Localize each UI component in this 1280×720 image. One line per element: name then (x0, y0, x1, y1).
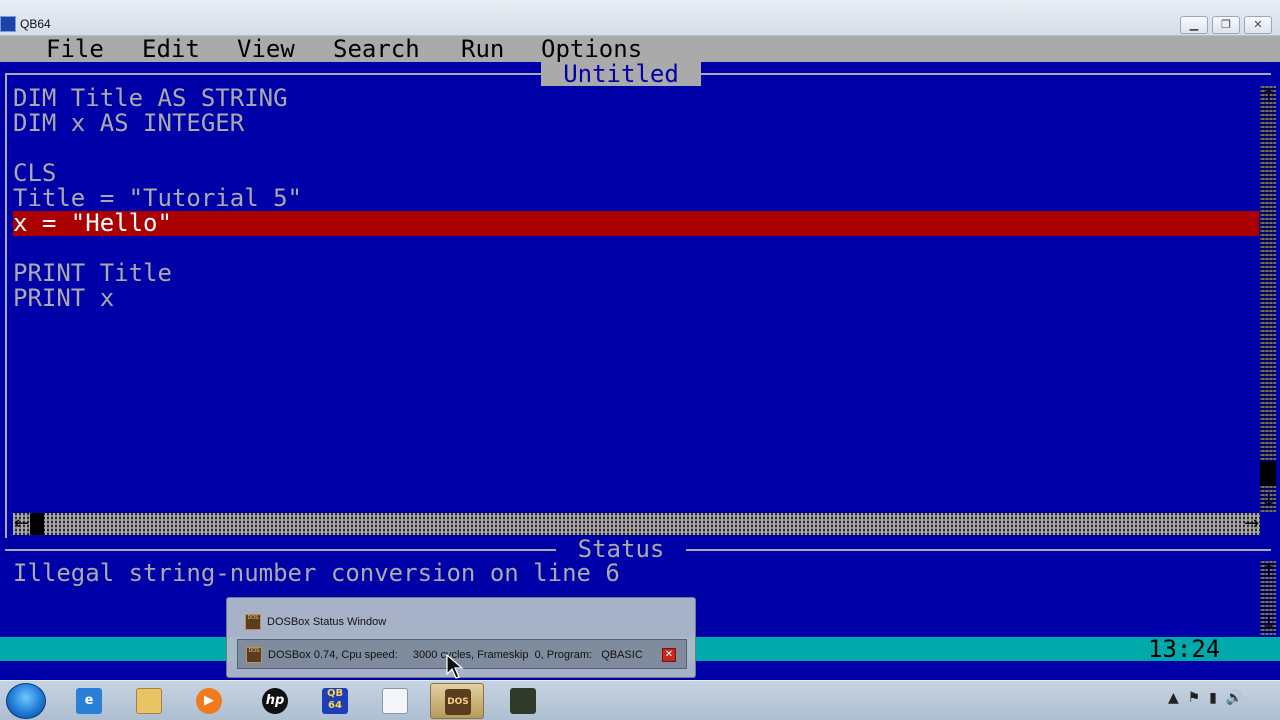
qb64-app-icon (0, 16, 16, 32)
status-scroll-down-icon[interactable]: ↓ (1261, 615, 1276, 633)
taskbar-qb64-button[interactable]: QB 64 (308, 683, 362, 719)
menu-search[interactable]: Search (333, 36, 420, 62)
dosbox-icon: DOS (445, 689, 471, 715)
popup-item-label: DOSBox Status Window (267, 616, 387, 628)
code-line[interactable]: DIM x AS INTEGER (13, 111, 244, 136)
code-line[interactable]: PRINT x (13, 286, 114, 311)
scroll-right-icon[interactable]: → (1244, 515, 1259, 533)
taskbar-dosbox-button[interactable]: DOS (430, 683, 484, 719)
maximize-icon[interactable]: ❐ (1212, 16, 1240, 34)
editor-border-left (5, 73, 7, 538)
document-icon (382, 688, 408, 714)
internet-explorer-icon: e (76, 688, 102, 714)
taskbar-document-button[interactable] (368, 683, 422, 719)
folder-icon (136, 688, 162, 714)
menu-view[interactable]: View (237, 36, 295, 62)
qb64-icon: QB 64 (322, 688, 348, 714)
mouse-cursor-icon (446, 654, 464, 679)
taskbar-media-button[interactable]: ▶ (182, 683, 236, 719)
minimize-icon[interactable]: ▁ (1180, 16, 1208, 34)
menu-file[interactable]: File (46, 36, 104, 62)
start-button-icon[interactable] (6, 683, 46, 719)
media-player-icon: ▶ (196, 688, 222, 714)
tool-icon (510, 688, 536, 714)
scroll-thumb[interactable] (1260, 462, 1276, 486)
code-line[interactable]: PRINT Title (13, 261, 172, 286)
code-line[interactable]: Title = "Tutorial 5" (13, 186, 302, 211)
dosbox-icon: DOS (246, 647, 262, 663)
menu-run[interactable]: Run (461, 36, 504, 62)
system-tray[interactable]: ▲ ⚑ ▮ 🔊 (1168, 690, 1243, 706)
close-icon[interactable]: ✕ (1244, 16, 1272, 34)
taskbar-hp-button[interactable]: hp (248, 683, 302, 719)
code-line[interactable]: DIM Title AS STRING (13, 86, 288, 111)
editor-horizontal-scrollbar[interactable] (13, 513, 1260, 535)
error-highlight (13, 211, 1259, 236)
scroll-up-icon[interactable]: ↑ (1261, 88, 1276, 106)
close-icon[interactable]: ✕ (662, 648, 676, 662)
status-message: Illegal string-number conversion on line… (13, 559, 620, 587)
popup-item-status-window[interactable]: DOS DOSBox Status Window (237, 607, 687, 637)
scroll-down-icon[interactable]: ↓ (1261, 492, 1276, 510)
window-titlebar (0, 0, 1280, 36)
dosbox-icon: DOS (245, 614, 261, 630)
taskbar-libraries-button[interactable] (122, 683, 176, 719)
editor-vertical-scrollbar[interactable] (1260, 86, 1276, 512)
status-scroll-up-icon[interactable]: ↑ (1261, 563, 1276, 581)
taskbar-tool-button[interactable] (496, 683, 550, 719)
code-line[interactable]: CLS (13, 161, 56, 186)
taskbar-ie-button[interactable]: e (62, 683, 116, 719)
menu-options[interactable]: Options (541, 36, 642, 62)
editor-title: Untitled (541, 62, 701, 86)
menu-edit[interactable]: Edit (142, 36, 200, 62)
hscroll-thumb[interactable] (30, 513, 44, 535)
window-title: QB64 (20, 17, 51, 31)
status-title: Status (556, 537, 686, 561)
cursor-position-readout: 13:24 (1148, 635, 1221, 663)
scroll-left-icon[interactable]: ← (14, 515, 29, 533)
code-line-error[interactable]: x = "Hello" (13, 211, 172, 236)
hp-icon: hp (262, 688, 288, 714)
